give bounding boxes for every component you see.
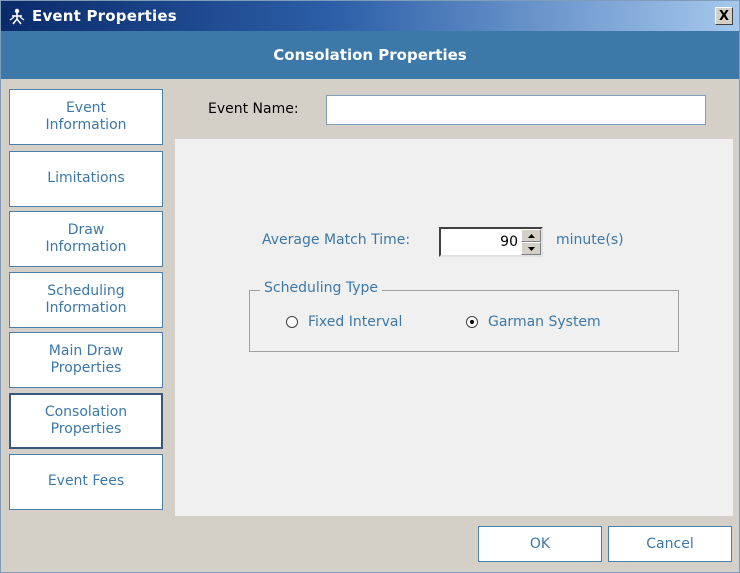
average-match-time-value[interactable]: 90 (441, 229, 521, 255)
nav-event-information[interactable]: Event Information (9, 89, 163, 145)
arrow-down-icon (527, 246, 535, 251)
average-match-time-spinner[interactable]: 90 (439, 227, 543, 257)
spinner-buttons (521, 229, 541, 255)
close-icon: X (718, 8, 730, 24)
radio-garman-system[interactable]: Garman System (466, 314, 601, 330)
page-header: Consolation Properties (1, 31, 739, 79)
nav-main-draw-properties[interactable]: Main Draw Properties (9, 332, 163, 388)
nav-limitations[interactable]: Limitations (9, 151, 163, 207)
app-icon (7, 6, 27, 26)
radio-garman-system-label: Garman System (488, 314, 601, 330)
cancel-button-label: Cancel (646, 536, 694, 552)
nav-consolation-properties[interactable]: Consolation Properties (9, 393, 163, 449)
radio-checked-icon (466, 316, 478, 328)
radio-unchecked-icon (286, 316, 298, 328)
nav-scheduling-information[interactable]: Scheduling Information (9, 272, 163, 328)
radio-fixed-interval[interactable]: Fixed Interval (286, 314, 402, 330)
spinner-down-button[interactable] (521, 242, 541, 255)
cancel-button[interactable]: Cancel (608, 526, 732, 562)
spinner-up-button[interactable] (521, 229, 541, 242)
event-properties-window: Event Properties X Consolation Propertie… (0, 0, 740, 573)
radio-fixed-interval-label: Fixed Interval (308, 314, 403, 330)
title-bar[interactable]: Event Properties X (1, 1, 739, 31)
page-title: Consolation Properties (273, 46, 467, 64)
event-name-input[interactable] (326, 95, 706, 125)
window-title: Event Properties (32, 7, 177, 25)
average-match-time-label: Average Match Time: (262, 232, 411, 248)
minutes-unit-label: minute(s) (556, 232, 624, 248)
radio-dot (470, 320, 474, 324)
event-name-label: Event Name: (208, 101, 299, 117)
arrow-up-icon (527, 233, 535, 238)
nav-event-fees[interactable]: Event Fees (9, 454, 163, 510)
close-button[interactable]: X (715, 7, 733, 25)
ok-button-label: OK (529, 536, 551, 552)
ok-button[interactable]: OK (478, 526, 602, 562)
scheduling-type-legend: Scheduling Type (260, 280, 382, 296)
nav-draw-information[interactable]: Draw Information (9, 211, 163, 267)
